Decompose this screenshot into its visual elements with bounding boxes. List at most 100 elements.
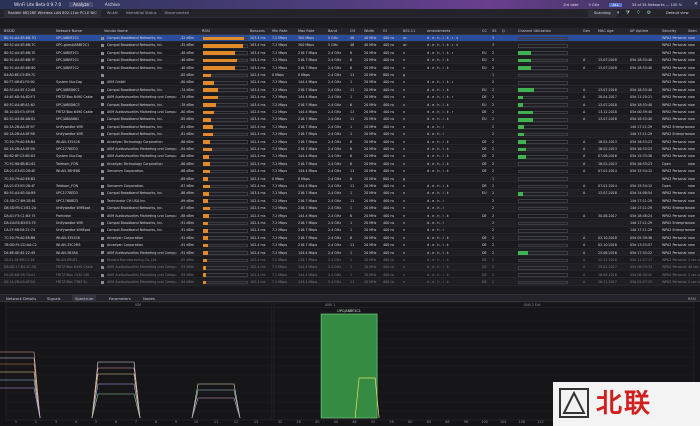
wifi-icon[interactable]: ⌔ <box>636 10 641 16</box>
pause-icon[interactable]: ⏸ <box>617 10 620 16</box>
table-row[interactable]: B0:5C:A4:63:6B:7E UPC/ABBF2C1 Compal Broad… <box>0 50 700 57</box>
date-text: 2rd date <box>563 2 579 7</box>
column-header[interactable]: Q <box>502 28 516 35</box>
column-header[interactable]: Amendments <box>427 28 482 35</box>
table-row[interactable]: 00:1A:2B:AA:0F:99 UPC1778ED3 AVM Audiovisu… <box>0 146 700 153</box>
column-header[interactable]: Width <box>364 28 383 35</box>
rssi-bar-track <box>203 206 248 211</box>
cell-uptime: 14d 17:11:29 <box>630 206 653 211</box>
table-row[interactable]: 00:1A:2B:AA:0F:98 Unifywedbe Wlfl Compal B… <box>0 131 700 138</box>
tab-analyze[interactable]: Analyze <box>69 2 93 7</box>
column-header[interactable]: CC <box>482 28 492 35</box>
cell-std: g <box>403 73 406 77</box>
cell-gen <box>583 50 597 57</box>
tick-5: 32 <box>278 420 282 424</box>
table-row[interactable]: E0:28:6D:58:7A:A1 FRITZ!Box 7430 GW AVM Au… <box>0 272 700 279</box>
rssi-bar-track <box>203 191 248 196</box>
cell-min: 7.2 Mbps <box>272 124 288 129</box>
band-text[interactable]: 5 GHz <box>589 3 600 7</box>
column-header[interactable]: Seen <box>688 28 700 35</box>
rssi-bar <box>203 214 210 218</box>
cell-bssid: D8:0D:17:B4:3C:58 <box>4 265 36 270</box>
table-row[interactable]: B0:5C:A4:63:6B:80 UPC/ABBF2C2 Compal Broad… <box>0 65 700 72</box>
cell-bssid: 00:1A:2B:AA:0F:97 <box>4 124 35 129</box>
cell-band: 5 GHz <box>328 36 338 40</box>
cell-band: 2.4 GHz <box>328 213 342 218</box>
channel-utilization-track <box>518 214 568 218</box>
cell-std: n <box>403 132 406 137</box>
rssi-bar-track <box>203 280 248 285</box>
table-row[interactable]: 7C:5C:98:6B:B1:62 Telekom_FON Arcadyan Tec… <box>0 160 700 168</box>
table-row[interactable]: DA:21:E3:B3:28:4F Telekom_FON Sercomm Corp… <box>0 183 700 190</box>
table-row[interactable]: B0:B2:8F:C3:8B:D3 System NucCap AVM Audiov… <box>0 153 700 160</box>
column-header[interactable]: 802.11 <box>403 28 427 35</box>
cell-uptime <box>630 79 662 86</box>
table-row[interactable]: D4:6E:0E:61:22:49 WLAN-3B3A0 AVM Audiovisu… <box>0 249 700 257</box>
all-filter-button[interactable]: ALL <box>609 2 622 7</box>
table-row[interactable]: 00:1A:2B:AA:0F:9A FRITZ!Box 7362 SL AVM Au… <box>0 279 700 286</box>
table-row[interactable]: 20:02:AF:89:11:16 WLAN-ERLB1 Murata Manufa… <box>0 257 700 264</box>
tab-archive[interactable]: Archive <box>101 2 124 7</box>
table-row[interactable]: B0:5C:A4:63:6B:7C UPC-guest/ABBF2C1 Compal… <box>0 42 700 49</box>
table-row[interactable]: DA:CA:E8:B3:E3:79 Unifywedbe Wlfl Compal B… <box>0 220 700 227</box>
cell-ss: 1 <box>492 73 495 77</box>
table-row[interactable]: 84:A0:6E:C9:B9:7C -85 dBm 102.4 ms 0 Mbps 0 … <box>0 72 700 79</box>
column-header[interactable]: Band <box>328 28 350 35</box>
table-row[interactable]: 7C:50:79:A0:E8:B6 WLAN-335426 Arcadyan Cor… <box>0 234 700 242</box>
column-header[interactable]: RSSI <box>202 28 248 35</box>
table-row[interactable]: B0:5C:A4:63:6B:7D UPC/ABBF2C1 Compal Broad… <box>0 35 700 42</box>
table-row[interactable]: B0:5C:A4:63:5A:B9 UPC1778ED3 Compal Broadb… <box>0 190 700 197</box>
column-header[interactable]: Gen <box>583 28 597 35</box>
table-row[interactable]: B0:5C:A4:6F:A1:62 UPC/ABBD6C3 Compal Broad… <box>0 101 700 109</box>
cell-ch: 6 <box>350 50 353 55</box>
table-row[interactable]: D8:0D:17:B4:3C:58 FRITZ!Box 6490 Cable AVM… <box>0 264 700 271</box>
table-row[interactable]: B0:5C:A4:64:A8:61 UPC/ABBA861 Compal Broad… <box>0 116 700 123</box>
cell-ch: 11 <box>350 169 355 174</box>
cell-bssid: E0:28:6D:58:7A:A1 <box>4 272 36 277</box>
cell-rssi: -87 dBm <box>180 206 194 211</box>
column-header[interactable]: CH <box>350 28 364 35</box>
table-row[interactable]: 44:4E:6D:9A:82:F3 FRITZ!Box 6490 Cable AVM… <box>0 94 700 101</box>
table-row[interactable]: 7C:50:79:A0:E8:B5 -89 dBm 102.4 ms 0 Mbps 0 … <box>0 175 700 183</box>
table-row[interactable]: D8:5D:FB:C1:B1:2A Unifywedbe WlfiEpat Comp… <box>0 205 700 212</box>
column-header[interactable]: Beacons <box>250 28 272 35</box>
cell-std: n <box>403 235 406 240</box>
adapter-select[interactable]: Realtek 8822BE Wireless LAN 802.11ac PCI… <box>4 9 101 17</box>
table-row[interactable]: B0:5C:A4:67:12:A8 UPC/ABBD6C1 Compal Broad… <box>0 86 700 94</box>
column-header[interactable]: AP Uptime <box>630 28 662 35</box>
column-header[interactable]: SS <box>492 28 502 35</box>
table-row[interactable]: B0:5C:A4:63:6B:7F UPC/ABBF2C1 Compal Broad… <box>0 57 700 64</box>
filter-icon[interactable]: ⧩ <box>626 10 630 16</box>
table-row[interactable]: 7C:50:79:A0:E8:B4 WLAN-335426 Arcadyan Tec… <box>0 139 700 146</box>
column-header[interactable]: GI <box>383 28 403 35</box>
cell-sec: Open <box>662 161 671 166</box>
close-icon[interactable]: × <box>694 1 698 7</box>
column-header[interactable]: Channel Utilization <box>518 28 580 35</box>
column-header[interactable]: MAC Age <box>598 28 630 35</box>
cell-bssid: 7C:5C:98:6B:B1:62 <box>4 161 36 166</box>
cell-band: 2.4 GHz <box>328 117 342 122</box>
table-row[interactable]: CA:CF:9B:E6:22:74 Unifywedbe WlfiEpat Comp… <box>0 227 700 234</box>
column-header[interactable]: Security <box>662 28 688 35</box>
cell-gi: 400 ns <box>383 184 395 188</box>
table-row[interactable]: DA:21:E3:B3:28:4E WLAN-38HE8K Sercomm Corp… <box>0 168 700 175</box>
table-row[interactable]: 00:1A:2B:AA:0F:97 Unifywedbe Wlfl Compal B… <box>0 124 700 131</box>
column-header[interactable]: Network Name <box>56 28 102 35</box>
table-row[interactable]: 7B:DD:F4:CD:AA:C2 WLAN-33C2M5 Arcadyan Cor… <box>0 242 700 249</box>
cell-ch: 1 <box>350 124 353 129</box>
cell-beacons: 103.4 ms <box>250 102 266 107</box>
column-header[interactable]: BSSID <box>4 28 54 35</box>
column-header[interactable]: Max Rate <box>298 28 328 35</box>
table-row[interactable]: DA:A1:F3:C1:B3:75 Parkview AVM Audiovisuel… <box>0 213 700 220</box>
cell-mac: 25.08.2016 <box>598 250 617 255</box>
cell-seen: now <box>688 213 695 218</box>
gear-icon[interactable]: ⚙ <box>647 10 651 16</box>
cell-band: 2.4 GHz <box>328 198 342 203</box>
table-row[interactable]: B0:F7:4B:61:F0:90 System NucCap AVM GmbH -8… <box>0 79 700 86</box>
scan-button[interactable]: Scanning <box>588 10 617 17</box>
default-view-select[interactable]: Default view <box>666 10 689 17</box>
table-row[interactable]: C4:3D:C7:B9:2B:81 UPC1768BD3 Technicolor C… <box>0 198 700 205</box>
column-header[interactable]: Vendor Name <box>104 28 200 35</box>
table-row[interactable]: 38:10:D5:E3:4F:9E FRITZ!Box 6490 Cable AVM… <box>0 109 700 116</box>
column-header[interactable]: Min Rate <box>272 28 298 35</box>
